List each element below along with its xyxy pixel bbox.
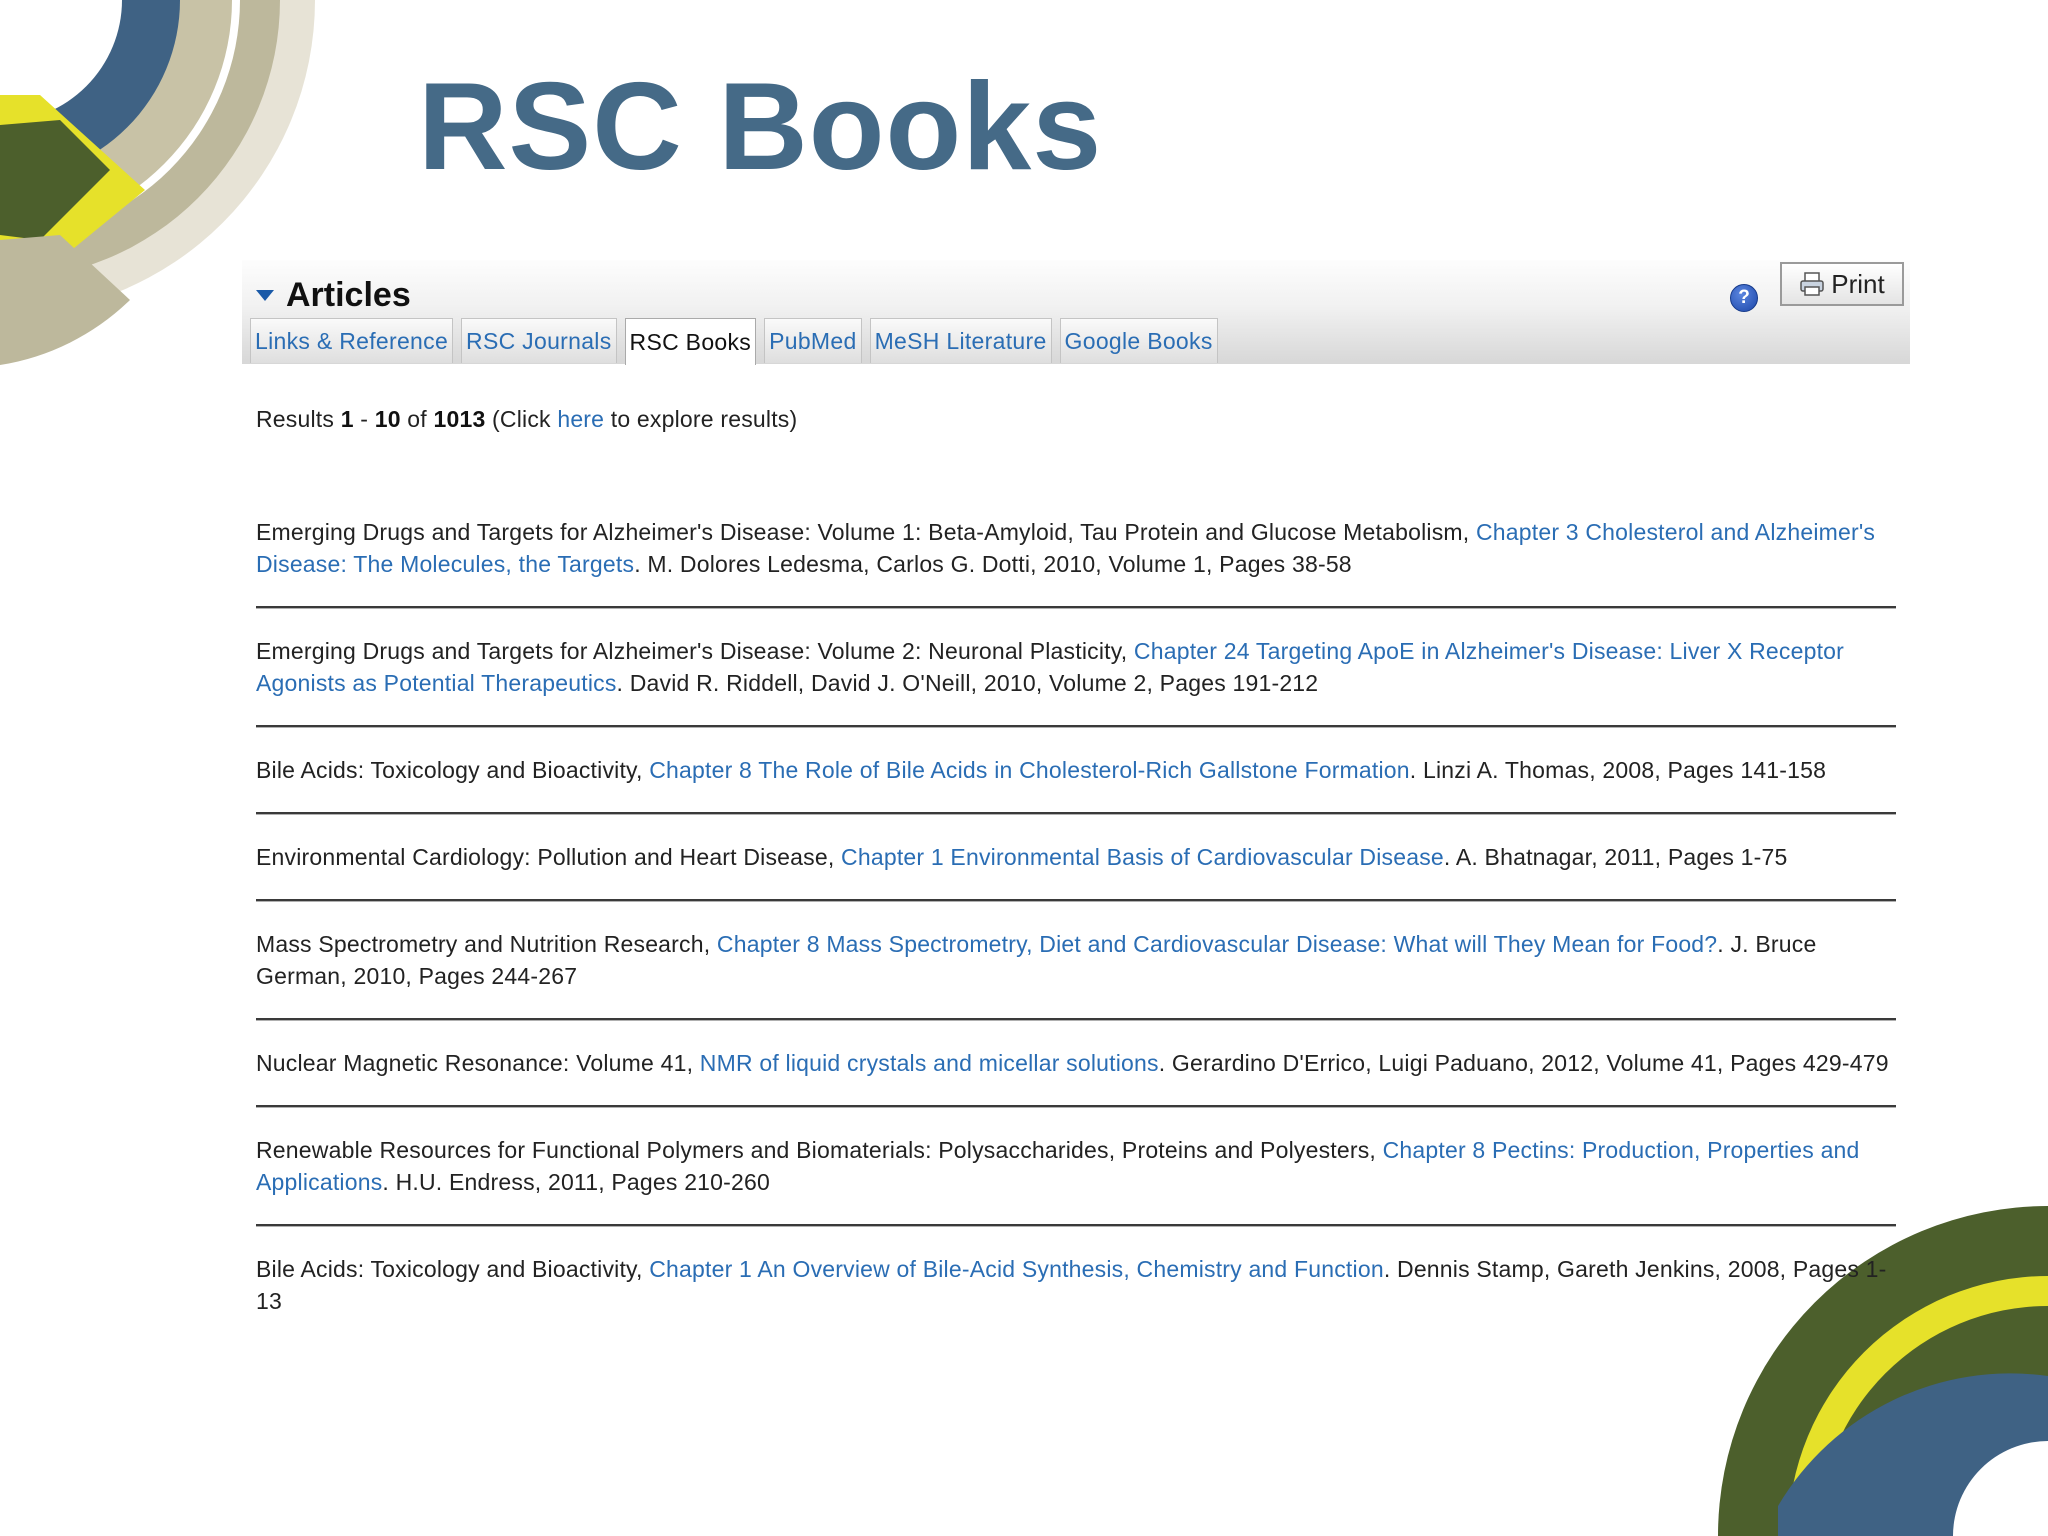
list-item: Renewable Resources for Functional Polym…: [256, 1134, 1896, 1224]
result-details: . Linzi A. Thomas, 2008, Pages 141-158: [1409, 757, 1827, 783]
results-total: 1013: [433, 406, 486, 432]
result-details: . David R. Riddell, David J. O'Neill, 20…: [616, 670, 1319, 696]
book-title: Emerging Drugs and Targets for Alzheimer…: [256, 638, 1134, 664]
list-item: Bile Acids: Toxicology and Bioactivity, …: [256, 1253, 1896, 1343]
tab-mesh-literature[interactable]: MeSH Literature: [869, 318, 1052, 363]
divider: [256, 899, 1896, 902]
results-dash: -: [353, 406, 375, 432]
tab-pubmed[interactable]: PubMed: [764, 318, 862, 363]
book-title: Bile Acids: Toxicology and Bioactivity,: [256, 1256, 650, 1282]
panel-title-text: Articles: [286, 275, 411, 314]
result-details: . H.U. Endress, 2011, Pages 210-260: [382, 1169, 770, 1195]
articles-panel: Articles ? Print Links & Reference RSC J…: [242, 260, 1910, 365]
divider: [256, 725, 1896, 728]
explore-results-link[interactable]: here: [557, 406, 604, 432]
result-details: . A. Bhatnagar, 2011, Pages 1-75: [1443, 844, 1788, 870]
list-item: Environmental Cardiology: Pollution and …: [256, 841, 1896, 899]
tab-links-reference[interactable]: Links & Reference: [250, 318, 454, 363]
printer-icon: [1800, 272, 1825, 296]
panel-header: Articles ? Print Links & Reference RSC J…: [242, 260, 1910, 365]
chapter-link[interactable]: Chapter 1 An Overview of Bile-Acid Synth…: [649, 1256, 1384, 1282]
divider: [256, 812, 1896, 815]
results-prefix: Results: [256, 406, 341, 432]
collapse-caret-icon: [256, 289, 274, 301]
help-icon[interactable]: ?: [1730, 284, 1758, 312]
book-title: Nuclear Magnetic Resonance: Volume 41,: [256, 1050, 700, 1076]
list-item: Bile Acids: Toxicology and Bioactivity, …: [256, 754, 1896, 812]
chapter-link[interactable]: Chapter 1 Environmental Basis of Cardiov…: [841, 844, 1444, 870]
results-click-text: (Click: [485, 406, 558, 432]
articles-toggle[interactable]: Articles: [256, 270, 411, 320]
result-details: . Gerardino D'Errico, Luigi Paduano, 201…: [1158, 1050, 1889, 1076]
chapter-link[interactable]: NMR of liquid crystals and micellar solu…: [700, 1050, 1159, 1076]
divider: [256, 1018, 1896, 1021]
print-label: Print: [1831, 268, 1885, 299]
list-item: Nuclear Magnetic Resonance: Volume 41, N…: [256, 1047, 1896, 1105]
divider: [256, 1105, 1896, 1108]
book-title: Mass Spectrometry and Nutrition Research…: [256, 931, 717, 957]
slide-title: RSC Books: [418, 58, 1103, 196]
results-list: Emerging Drugs and Targets for Alzheimer…: [256, 516, 1896, 1343]
results-from: 1: [340, 406, 354, 432]
tab-rsc-books[interactable]: RSC Books: [624, 318, 757, 365]
book-title: Bile Acids: Toxicology and Bioactivity,: [256, 757, 650, 783]
results-of: of: [400, 406, 434, 432]
tab-rsc-journals[interactable]: RSC Journals: [461, 318, 617, 363]
results-summary: Results 1 - 10 of 1013 (Click here to ex…: [256, 406, 797, 433]
result-details: . M. Dolores Ledesma, Carlos G. Dotti, 2…: [634, 551, 1352, 577]
divider: [256, 1224, 1896, 1227]
divider: [256, 606, 1896, 609]
book-title: Environmental Cardiology: Pollution and …: [256, 844, 842, 870]
chapter-link[interactable]: Chapter 8 The Role of Bile Acids in Chol…: [649, 757, 1410, 783]
book-title: Renewable Resources for Functional Polym…: [256, 1137, 1383, 1163]
list-item: Emerging Drugs and Targets for Alzheimer…: [256, 635, 1896, 725]
results-suffix: to explore results): [604, 406, 798, 432]
chapter-link[interactable]: Chapter 8 Mass Spectrometry, Diet and Ca…: [717, 931, 1717, 957]
source-tabs: Links & Reference RSC Journals RSC Books…: [250, 318, 1218, 365]
list-item: Emerging Drugs and Targets for Alzheimer…: [256, 516, 1896, 606]
tab-google-books[interactable]: Google Books: [1059, 318, 1218, 363]
book-title: Emerging Drugs and Targets for Alzheimer…: [256, 519, 1476, 545]
list-item: Mass Spectrometry and Nutrition Research…: [256, 928, 1896, 1018]
print-button[interactable]: Print: [1780, 262, 1904, 306]
results-to: 10: [374, 406, 401, 432]
